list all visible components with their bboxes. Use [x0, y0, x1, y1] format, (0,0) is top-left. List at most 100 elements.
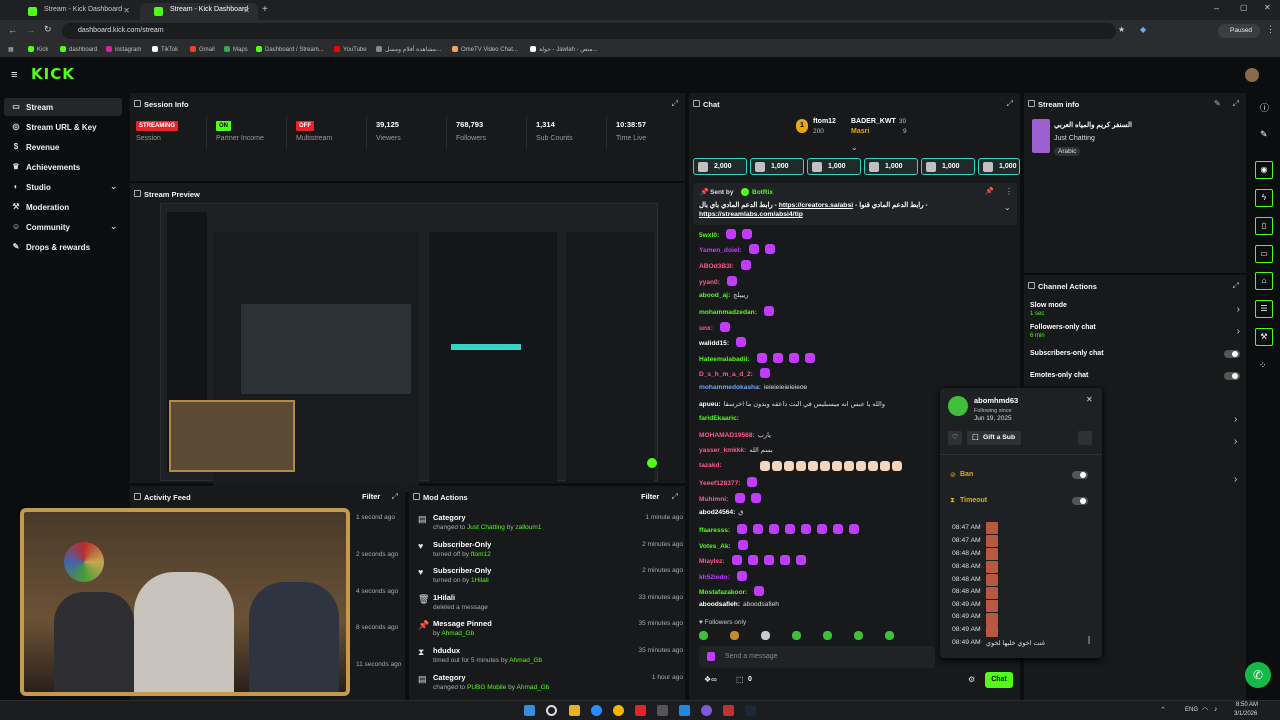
emote-picker-icon[interactable]: [707, 652, 715, 661]
browser-tab-1[interactable]: Stream - Kick Dashboard ✕: [14, 3, 138, 20]
bookmark-item[interactable]: Gmail: [190, 46, 215, 53]
mod-action-row[interactable]: ♥ Subscriber-Only turned on by 1Hilali 2…: [415, 564, 687, 590]
mod-action-row[interactable]: 📌 Message Pinned by Ahmad_Gb 35 minutes …: [415, 617, 687, 643]
chat-username[interactable]: Yeeef128377:: [699, 480, 740, 487]
chat-username[interactable]: mohammedokasha:: [699, 384, 761, 391]
close-tab-icon[interactable]: ✕: [123, 6, 130, 15]
followers-only-row[interactable]: Followers-only chat 6 min ›: [1030, 324, 1248, 339]
chat-message[interactable]: MOHAMAD19568: يارب: [699, 431, 771, 439]
app-icon[interactable]: [679, 705, 690, 716]
chat-username[interactable]: Mostafazakoor:: [699, 589, 747, 596]
emotes-only-row[interactable]: Emotes-only chat: [1030, 372, 1248, 379]
bookmark-item[interactable]: Kick: [28, 46, 48, 53]
app-icon[interactable]: [657, 705, 668, 716]
mod-action-user[interactable]: 1Hilali: [471, 577, 489, 584]
filter-button[interactable]: Filter: [641, 492, 659, 501]
chat-message[interactable]: ABOd3B3l:: [699, 260, 753, 270]
chat-message[interactable]: Votes_Ak:: [699, 540, 750, 550]
windows-start-icon[interactable]: [524, 705, 535, 716]
bookmark-item[interactable]: جولة - Jawlah - منص...: [530, 46, 598, 53]
chat-username[interactable]: MOHAMAD19568:: [699, 432, 755, 439]
sidebar-item-studio[interactable]: ◐ Studio ⌄: [4, 178, 122, 196]
app-icon[interactable]: [635, 705, 646, 716]
gift-tile[interactable]: 1,000: [750, 158, 804, 175]
stream-tag[interactable]: Arabic: [1054, 147, 1081, 156]
bookmark-item[interactable]: Dashboard / Stream...: [256, 46, 324, 53]
chat-username[interactable]: Yamen_doiel:: [699, 247, 742, 254]
browser-menu-icon[interactable]: ⋮: [1266, 24, 1275, 35]
chat-message[interactable]: apueu: والله يا عبس انه ميسبليس في البث د…: [699, 400, 885, 408]
mod-tools-button[interactable]: [1078, 431, 1092, 445]
sidebar-item-stream[interactable]: ▭ Stream: [4, 98, 122, 116]
volume-icon[interactable]: ♪: [1214, 706, 1218, 713]
edit-icon[interactable]: ✎: [1260, 129, 1268, 140]
user-avatar[interactable]: [1245, 68, 1259, 82]
hamburger-menu-icon[interactable]: ≡: [11, 69, 17, 81]
chevron-right-icon[interactable]: ›: [1234, 414, 1237, 425]
pinned-link[interactable]: https://creators.sa/absi: [779, 202, 853, 209]
chat-username[interactable]: ABOd3B3l:: [699, 263, 734, 270]
chat-username[interactable]: yyan0:: [699, 279, 720, 286]
chevron-right-icon[interactable]: ›: [1234, 474, 1237, 485]
gift-tile[interactable]: 2,000: [693, 158, 747, 175]
pin-toggle-icon[interactable]: 📌: [985, 187, 994, 195]
minimize-icon[interactable]: –: [1214, 3, 1219, 13]
filter-button[interactable]: Filter: [362, 492, 380, 501]
bookmark-item[interactable]: TikTok: [152, 46, 178, 53]
maximize-icon[interactable]: ▢: [1240, 3, 1248, 12]
mod-action-user[interactable]: ftom12: [471, 551, 491, 558]
chat-username[interactable]: 5wxl0:: [699, 232, 719, 239]
bookmark-item[interactable]: YouTube: [334, 46, 367, 53]
subscribers-only-row[interactable]: Subscribers-only chat: [1030, 350, 1248, 357]
bookmark-star-icon[interactable]: ★: [1118, 25, 1125, 34]
chrome-icon[interactable]: [613, 705, 624, 716]
chat-username[interactable]: mohammadzedan:: [699, 309, 757, 316]
close-window-icon[interactable]: ✕: [1264, 3, 1271, 12]
chat-message[interactable]: Mostafazakoor:: [699, 586, 766, 596]
rail-tag-button[interactable]: ⌂: [1255, 272, 1273, 290]
forward-icon[interactable]: →: [26, 25, 35, 35]
sidebar-item-moderation[interactable]: ⚒ Moderation: [4, 198, 122, 216]
chat-username[interactable]: aboodsafieh:: [699, 601, 740, 608]
expand-icon[interactable]: ⤢: [672, 492, 678, 502]
leader-name[interactable]: ftom12: [813, 118, 836, 125]
address-bar[interactable]: dashboard.kick.com/stream: [62, 23, 1116, 39]
gift-tile[interactable]: 1,000: [921, 158, 975, 175]
bookmark-item[interactable]: مشاهدة أفلام ومسل...: [376, 46, 441, 53]
chat-message[interactable]: Hateemalabadii:: [699, 353, 817, 363]
chevron-down-icon[interactable]: ⌄: [851, 143, 858, 152]
sidebar-item-revenue[interactable]: $ Revenue: [4, 138, 122, 156]
clock-date[interactable]: 3/1/2026: [1234, 711, 1257, 717]
chat-username[interactable]: ffaaresss:: [699, 527, 730, 534]
info-icon[interactable]: ⓘ: [1260, 101, 1269, 114]
bot-name[interactable]: BotRix: [752, 189, 773, 196]
chat-username[interactable]: kh52iedo:: [699, 574, 730, 581]
chat-message[interactable]: Miaylez:: [699, 555, 808, 565]
language-indicator[interactable]: ENG: [1185, 707, 1198, 713]
mod-action-user[interactable]: Ahmad_Gb: [441, 630, 474, 637]
chat-message[interactable]: Yeeef128377:: [699, 477, 759, 487]
search-icon[interactable]: [546, 705, 557, 716]
app-icon[interactable]: [723, 705, 734, 716]
timeout-toggle[interactable]: [1072, 497, 1088, 505]
mod-action-user[interactable]: Ahmad_Gb: [517, 684, 550, 691]
wifi-icon[interactable]: ◠: [1202, 706, 1208, 714]
expand-icon[interactable]: ⤢: [1233, 281, 1239, 291]
apps-icon[interactable]: ▦: [8, 46, 14, 53]
chat-message[interactable]: ffaaresss:: [699, 524, 861, 534]
clock-time[interactable]: 8:50 AM: [1236, 702, 1258, 708]
stream-category[interactable]: Just Chatting: [1054, 135, 1095, 142]
chat-message[interactable]: 5wxl0:: [699, 229, 754, 239]
ban-toggle[interactable]: [1072, 471, 1088, 479]
rail-bolt-button[interactable]: ϟ: [1255, 189, 1273, 207]
back-icon[interactable]: ←: [8, 25, 17, 35]
chat-message[interactable]: walidd15:: [699, 337, 748, 347]
chat-message[interactable]: abod24564: ق: [699, 508, 743, 516]
steam-icon[interactable]: [745, 705, 756, 716]
tray-chevron-icon[interactable]: ⌃: [1160, 706, 1166, 714]
chat-username[interactable]: Votes_Ak:: [699, 543, 731, 550]
scrollbar-thumb[interactable]: [1088, 636, 1090, 644]
rail-server-button[interactable]: ☰: [1255, 300, 1273, 318]
sidebar-item-drops[interactable]: ✎ Drops & rewards: [4, 238, 122, 256]
kick-logo[interactable]: KICK: [31, 65, 75, 83]
